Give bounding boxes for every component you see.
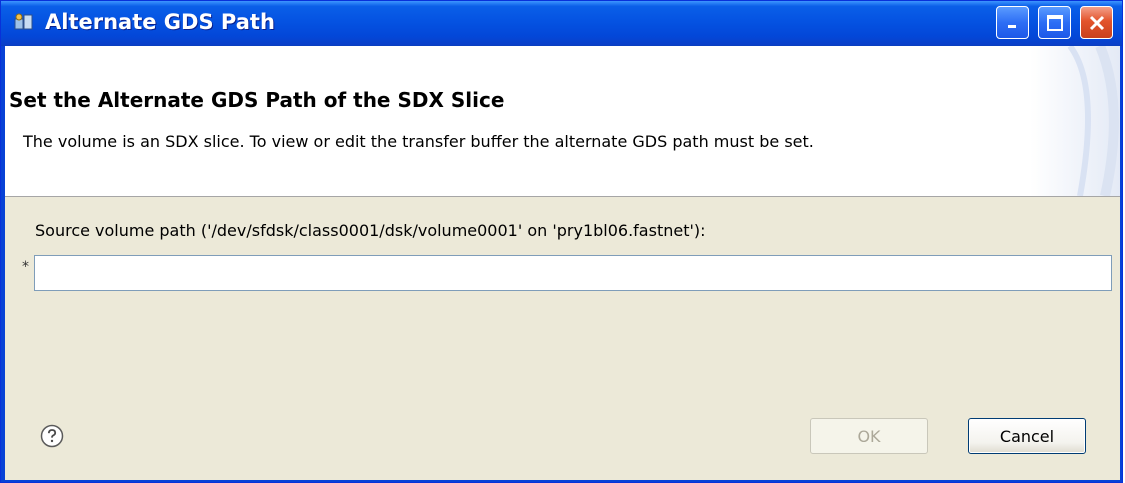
minimize-button[interactable] xyxy=(996,6,1029,39)
header-decoration xyxy=(1030,46,1120,196)
app-icon xyxy=(14,13,33,30)
close-icon xyxy=(1089,15,1104,30)
help-icon[interactable] xyxy=(40,424,64,448)
maximize-button[interactable] xyxy=(1038,6,1071,39)
dialog-window: Alternate GDS Path Set the Alternate GDS… xyxy=(0,0,1123,483)
close-button[interactable] xyxy=(1080,6,1113,39)
cancel-button[interactable]: Cancel xyxy=(968,418,1086,454)
header-description: The volume is an SDX slice. To view or e… xyxy=(23,132,814,151)
dialog-body: Source volume path ('/dev/sfdsk/class000… xyxy=(5,197,1120,480)
source-volume-path-input[interactable] xyxy=(34,255,1112,291)
dialog-header: Set the Alternate GDS Path of the SDX Sl… xyxy=(5,46,1120,197)
minimize-icon xyxy=(1007,24,1016,28)
source-volume-path-label: Source volume path ('/dev/sfdsk/class000… xyxy=(35,221,706,240)
maximize-icon xyxy=(1046,14,1063,31)
window-title: Alternate GDS Path xyxy=(45,10,275,34)
title-bar[interactable]: Alternate GDS Path xyxy=(1,1,1122,46)
header-title: Set the Alternate GDS Path of the SDX Sl… xyxy=(9,88,505,112)
required-marker: * xyxy=(22,259,29,275)
ok-button[interactable]: OK xyxy=(810,418,928,454)
